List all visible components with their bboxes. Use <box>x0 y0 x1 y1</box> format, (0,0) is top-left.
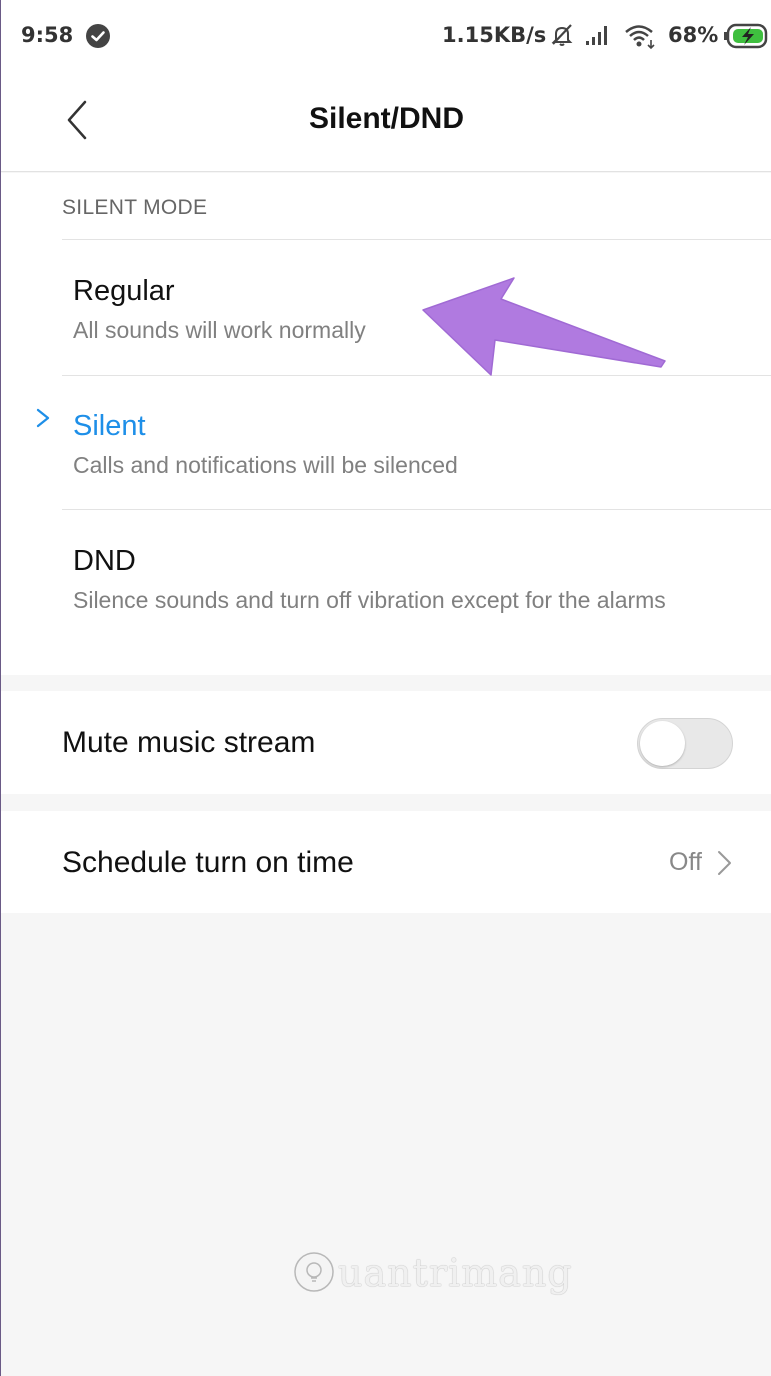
chevron-right-icon <box>716 849 734 882</box>
screen: 9:58 1.15KB/s 68% Silent/DND SILENT MODE… <box>0 0 771 1376</box>
selected-chevron-icon <box>35 406 53 435</box>
schedule-turn-on-time-row[interactable]: Schedule turn on time Off <box>1 811 771 913</box>
status-net-speed: 1.15KB/s <box>442 23 547 47</box>
status-bar: 9:58 1.15KB/s 68% <box>1 0 771 76</box>
watermark-logo: uantrimang <box>292 1250 573 1303</box>
mode-title: Silent <box>73 410 146 442</box>
mute-music-stream-row[interactable]: Mute music stream <box>1 691 771 794</box>
check-circle-icon <box>86 24 110 48</box>
mute-music-stream-toggle[interactable] <box>637 718 733 769</box>
mode-description: Calls and notifications will be silenced <box>73 452 458 478</box>
mode-option-dnd[interactable]: DND Silence sounds and turn off vibratio… <box>1 510 771 675</box>
battery-charging-icon <box>724 22 770 55</box>
section-label-silent-mode: SILENT MODE <box>62 196 208 219</box>
mode-title: Regular <box>73 275 175 307</box>
schedule-label: Schedule turn on time <box>62 846 354 879</box>
annotation-arrow-icon <box>422 277 666 376</box>
status-time: 9:58 <box>21 23 74 47</box>
schedule-value: Off <box>669 848 702 876</box>
mode-title: DND <box>73 545 136 577</box>
toggle-knob <box>640 721 685 766</box>
header-bar: Silent/DND <box>1 76 771 172</box>
mode-description: Silence sounds and turn off vibration ex… <box>73 587 666 613</box>
status-battery-percent: 68% <box>668 23 719 47</box>
mode-option-silent[interactable]: Silent Calls and notifications will be s… <box>1 376 771 510</box>
lightbulb-icon <box>292 1250 336 1303</box>
signal-icon <box>585 22 615 53</box>
page-title: Silent/DND <box>308 102 464 135</box>
silent-mode-section: SILENT MODE Regular All sounds will work… <box>1 173 771 675</box>
wifi-icon <box>624 22 658 55</box>
watermark-text: uantrimang <box>338 1251 573 1295</box>
mute-bell-icon <box>549 22 575 53</box>
mute-music-stream-label: Mute music stream <box>62 726 316 759</box>
